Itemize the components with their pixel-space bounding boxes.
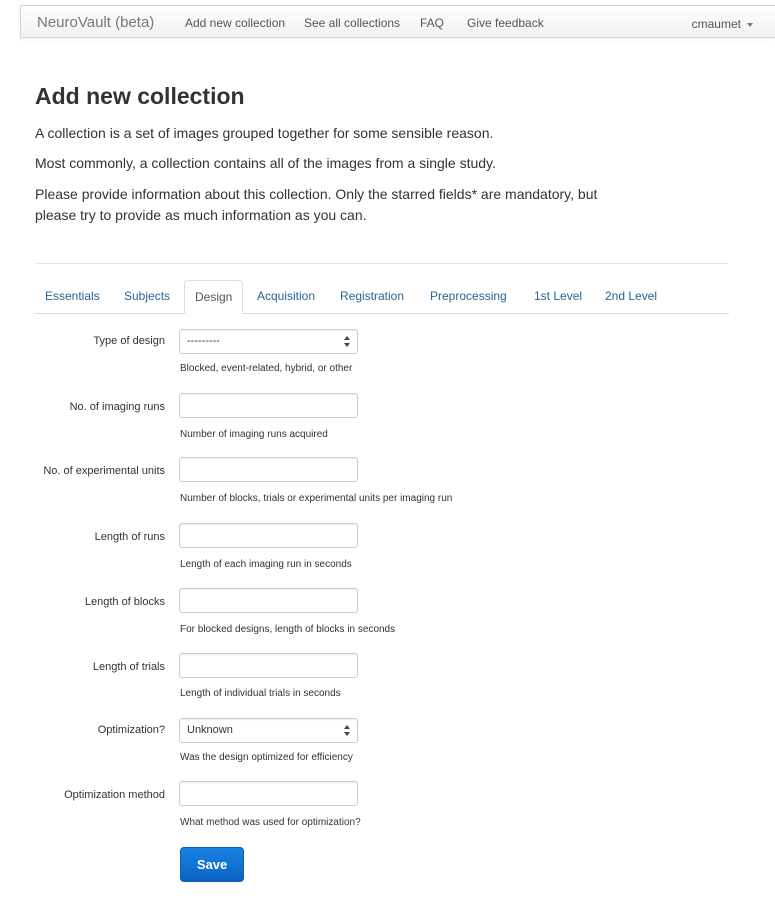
length-of-runs-input[interactable] bbox=[179, 523, 358, 548]
nav-faq[interactable]: FAQ bbox=[420, 16, 444, 30]
length-of-trials-input[interactable] bbox=[179, 653, 358, 678]
optimization-method-label: Optimization method bbox=[64, 789, 165, 801]
brand-link[interactable]: NeuroVault (beta) bbox=[37, 14, 154, 31]
experimental-units-input[interactable] bbox=[179, 457, 358, 482]
nav-add-collection[interactable]: Add new collection bbox=[185, 16, 285, 30]
navbar: NeuroVault (beta) Add new collection See… bbox=[20, 5, 775, 38]
length-of-runs-help: Length of each imaging run in seconds bbox=[180, 559, 352, 570]
imaging-runs-help: Number of imaging runs acquired bbox=[180, 429, 328, 440]
optimization-label: Optimization? bbox=[97, 724, 165, 736]
imaging-runs-label: No. of imaging runs bbox=[69, 401, 165, 413]
imaging-runs-input[interactable] bbox=[179, 393, 358, 418]
experimental-units-label: No. of experimental units bbox=[43, 465, 165, 477]
page-title: Add new collection bbox=[35, 83, 245, 109]
caret-down-icon bbox=[747, 22, 753, 27]
tab-acquisition[interactable]: Acquisition bbox=[257, 280, 315, 313]
length-of-trials-help: Length of individual trials in seconds bbox=[180, 688, 341, 699]
intro-text-2: Most commonly, a collection contains all… bbox=[35, 155, 496, 171]
select-arrows-icon bbox=[344, 725, 350, 736]
optimization-method-help: What method was used for optimization? bbox=[180, 817, 361, 828]
nav-see-all-collections[interactable]: See all collections bbox=[304, 16, 400, 30]
user-name: cmaumet bbox=[691, 17, 741, 31]
tab-essentials[interactable]: Essentials bbox=[45, 280, 100, 313]
divider bbox=[35, 263, 728, 264]
tab-bar: Essentials Subjects Design Acquisition R… bbox=[35, 280, 729, 314]
length-of-blocks-input[interactable] bbox=[179, 588, 358, 613]
length-of-blocks-help: For blocked designs, length of blocks in… bbox=[180, 624, 396, 635]
intro-text-1: A collection is a set of images grouped … bbox=[35, 125, 494, 141]
length-of-blocks-label: Length of blocks bbox=[84, 596, 165, 608]
type-of-design-label: Type of design bbox=[93, 335, 165, 347]
intro-text-3: Please provide information about this co… bbox=[35, 186, 598, 223]
tab-subjects[interactable]: Subjects bbox=[124, 280, 170, 313]
type-of-design-value: --------- bbox=[187, 335, 220, 347]
save-button[interactable]: Save bbox=[180, 847, 244, 882]
select-arrows-icon bbox=[344, 336, 350, 347]
experimental-units-help: Number of blocks, trials or experimental… bbox=[180, 493, 453, 504]
tab-design[interactable]: Design bbox=[184, 280, 244, 314]
optimization-value: Unknown bbox=[187, 724, 233, 736]
optimization-select[interactable]: Unknown bbox=[179, 718, 358, 743]
optimization-help: Was the design optimized for efficiency bbox=[180, 752, 353, 763]
nav-give-feedback[interactable]: Give feedback bbox=[467, 16, 544, 30]
user-menu[interactable]: cmaumet bbox=[692, 17, 753, 31]
type-of-design-select[interactable]: --------- bbox=[179, 329, 358, 354]
tab-1st-level[interactable]: 1st Level bbox=[534, 280, 582, 313]
length-of-trials-label: Length of trials bbox=[92, 661, 165, 673]
tab-registration[interactable]: Registration bbox=[340, 280, 404, 313]
type-of-design-help: Blocked, event-related, hybrid, or other bbox=[180, 363, 353, 374]
tab-preprocessing[interactable]: Preprocessing bbox=[430, 280, 507, 313]
optimization-method-input[interactable] bbox=[179, 781, 358, 806]
tab-2nd-level[interactable]: 2nd Level bbox=[605, 280, 657, 313]
length-of-runs-label: Length of runs bbox=[94, 531, 165, 543]
